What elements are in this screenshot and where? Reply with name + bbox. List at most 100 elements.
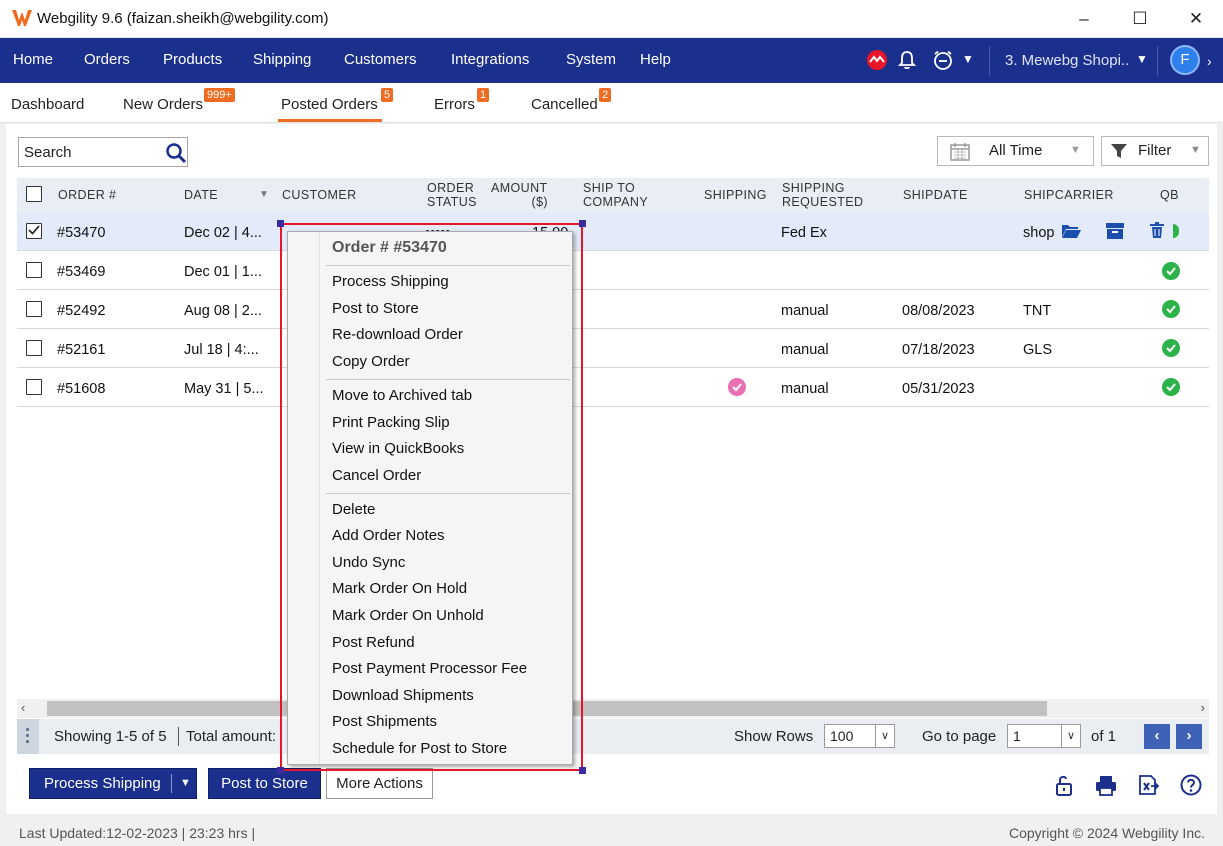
col-order-status[interactable]: ORDER STATUS bbox=[427, 181, 477, 209]
chevron-down-icon: ∨ bbox=[1061, 725, 1080, 747]
table-row[interactable]: #53470 Dec 02 | 4... ••••• 15.00 Fed Ex … bbox=[17, 213, 1209, 251]
alarm-dropdown-chevron-icon[interactable]: ▼ bbox=[962, 52, 974, 66]
scroll-left-icon[interactable]: ‹ bbox=[21, 700, 25, 715]
more-actions-button[interactable]: More Actions bbox=[326, 768, 433, 799]
nav-system[interactable]: System bbox=[566, 51, 616, 68]
horizontal-scrollbar[interactable]: ‹ › bbox=[17, 699, 1209, 718]
prev-page-button[interactable]: ‹ bbox=[1144, 724, 1170, 749]
show-rows-select[interactable]: 100 ∨ bbox=[824, 724, 895, 748]
search-icon[interactable] bbox=[165, 142, 187, 164]
tab-dashboard[interactable]: Dashboard bbox=[11, 96, 84, 113]
process-shipping-button[interactable]: Process Shipping ▼ bbox=[29, 768, 197, 799]
archive-icon[interactable] bbox=[1106, 223, 1124, 239]
shipping-requested: manual bbox=[781, 303, 829, 319]
tab-posted-orders[interactable]: Posted Orders bbox=[281, 96, 378, 113]
order-number[interactable]: #53470 bbox=[57, 225, 105, 241]
nav-orders[interactable]: Orders bbox=[84, 51, 130, 68]
goto-page-label: Go to page bbox=[922, 728, 997, 745]
shipping-requested: manual bbox=[781, 342, 829, 358]
order-date: Jul 18 | 4:... bbox=[184, 342, 259, 358]
row-checkbox[interactable] bbox=[26, 223, 42, 239]
folder-open-icon[interactable] bbox=[1061, 223, 1081, 239]
scroll-right-icon[interactable]: › bbox=[1201, 700, 1205, 715]
print-icon[interactable] bbox=[1095, 774, 1117, 796]
order-number[interactable]: #51608 bbox=[57, 381, 105, 397]
col-shipcarrier[interactable]: SHIPCARRIER bbox=[1024, 188, 1114, 202]
help-icon[interactable] bbox=[1180, 774, 1202, 796]
window-title: Webgility 9.6 (faizan.sheikh@webgility.c… bbox=[37, 10, 329, 27]
order-number[interactable]: #52492 bbox=[57, 303, 105, 319]
alarm-clock-icon[interactable] bbox=[932, 49, 954, 71]
bell-icon[interactable] bbox=[896, 49, 918, 71]
unlock-icon[interactable] bbox=[1053, 774, 1075, 796]
col-shipping-requested[interactable]: SHIPPING REQUESTED bbox=[782, 181, 863, 209]
order-number[interactable]: #53469 bbox=[57, 264, 105, 280]
select-all-checkbox[interactable] bbox=[26, 186, 42, 202]
minimize-button[interactable]: – bbox=[1064, 6, 1104, 32]
copyright: Copyright © 2024 Webgility Inc. bbox=[1008, 825, 1205, 841]
trash-icon[interactable] bbox=[1150, 222, 1164, 238]
next-page-button[interactable]: › bbox=[1176, 724, 1202, 749]
close-button[interactable]: ✕ bbox=[1176, 6, 1216, 32]
table-header: ORDER # DATE ▼ CUSTOMER ORDER STATUS AMOU… bbox=[17, 178, 1209, 213]
goto-page-value: 1 bbox=[1013, 728, 1021, 744]
total-amount-label: Total amount: bbox=[186, 728, 277, 745]
col-amount[interactable]: AMOUNT ($) bbox=[491, 181, 548, 209]
resize-handle bbox=[579, 220, 586, 227]
filter-button[interactable]: Filter ▼ bbox=[1101, 136, 1209, 166]
row-checkbox[interactable] bbox=[26, 340, 42, 356]
nav-shipping[interactable]: Shipping bbox=[253, 51, 311, 68]
tab-errors[interactable]: Errors bbox=[434, 96, 475, 113]
col-customer[interactable]: CUSTOMER bbox=[282, 188, 357, 202]
nav-help[interactable]: Help bbox=[640, 51, 671, 68]
date-range-select[interactable]: All Time ▼ bbox=[937, 136, 1094, 166]
filter-chevron-icon: ▼ bbox=[1190, 144, 1201, 156]
row-checkbox[interactable] bbox=[26, 262, 42, 278]
sort-desc-icon[interactable]: ▼ bbox=[259, 189, 269, 200]
nav-products[interactable]: Products bbox=[163, 51, 222, 68]
performance-icon[interactable] bbox=[866, 49, 888, 71]
show-rows-label: Show Rows bbox=[734, 728, 814, 745]
user-avatar[interactable]: F bbox=[1170, 45, 1200, 75]
posted-orders-badge: 5 bbox=[381, 88, 394, 102]
last-updated: Last Updated:12-02-2023 | 23:23 hrs | bbox=[19, 825, 256, 841]
goto-page-select[interactable]: 1 ∨ bbox=[1007, 724, 1081, 748]
nav-customers[interactable]: Customers bbox=[344, 51, 417, 68]
col-qb[interactable]: QB bbox=[1160, 188, 1179, 202]
table-row[interactable]: #52161 Jul 18 | 4:... manual 07/18/2023 … bbox=[17, 330, 1209, 368]
tab-cancelled[interactable]: Cancelled bbox=[531, 96, 598, 113]
grip-icon[interactable] bbox=[17, 719, 39, 754]
nav-home[interactable]: Home bbox=[13, 51, 53, 68]
shipdate: 05/31/2023 bbox=[902, 381, 975, 397]
store-dropdown-chevron-icon[interactable]: ▼ bbox=[1136, 52, 1148, 66]
order-number[interactable]: #52161 bbox=[57, 342, 105, 358]
col-ship-to-company[interactable]: SHIP TO COMPANY bbox=[583, 181, 648, 209]
table-row[interactable]: #51608 May 31 | 5... manual 05/31/2023 bbox=[17, 369, 1209, 407]
post-to-store-button[interactable]: Post to Store bbox=[208, 768, 321, 799]
shipping-requested: manual bbox=[781, 381, 829, 397]
order-date: Aug 08 | 2... bbox=[184, 303, 262, 319]
shipdate: 08/08/2023 bbox=[902, 303, 975, 319]
table-row[interactable]: #52492 Aug 08 | 2... manual 08/08/2023 T… bbox=[17, 291, 1209, 329]
process-shipping-dropdown-icon[interactable]: ▼ bbox=[180, 769, 191, 798]
search-input[interactable]: Search bbox=[18, 137, 188, 167]
order-tabs: Dashboard New Orders 999+ Posted Orders … bbox=[0, 83, 1223, 123]
col-date[interactable]: DATE bbox=[184, 188, 218, 202]
row-checkbox[interactable] bbox=[26, 301, 42, 317]
tab-new-orders[interactable]: New Orders bbox=[123, 96, 203, 113]
search-placeholder: Search bbox=[24, 144, 72, 161]
resize-handle bbox=[277, 767, 284, 774]
qb-status-partial-icon bbox=[1173, 224, 1179, 238]
row-checkbox[interactable] bbox=[26, 379, 42, 395]
store-selector[interactable]: 3. Mewebg Shopi.. bbox=[1005, 52, 1129, 69]
col-order[interactable]: ORDER # bbox=[58, 188, 116, 202]
cancelled-badge: 2 bbox=[599, 88, 612, 102]
order-date: Dec 01 | 1... bbox=[184, 264, 262, 280]
user-menu-chevron-icon[interactable]: › bbox=[1207, 53, 1212, 69]
col-shipping[interactable]: SHIPPING bbox=[704, 188, 767, 202]
maximize-button[interactable]: ☐ bbox=[1120, 6, 1160, 32]
col-shipdate[interactable]: SHIPDATE bbox=[903, 188, 968, 202]
table-row[interactable]: #53469 Dec 01 | 1... bbox=[17, 252, 1209, 290]
export-excel-icon[interactable] bbox=[1137, 774, 1159, 796]
nav-integrations[interactable]: Integrations bbox=[451, 51, 529, 68]
